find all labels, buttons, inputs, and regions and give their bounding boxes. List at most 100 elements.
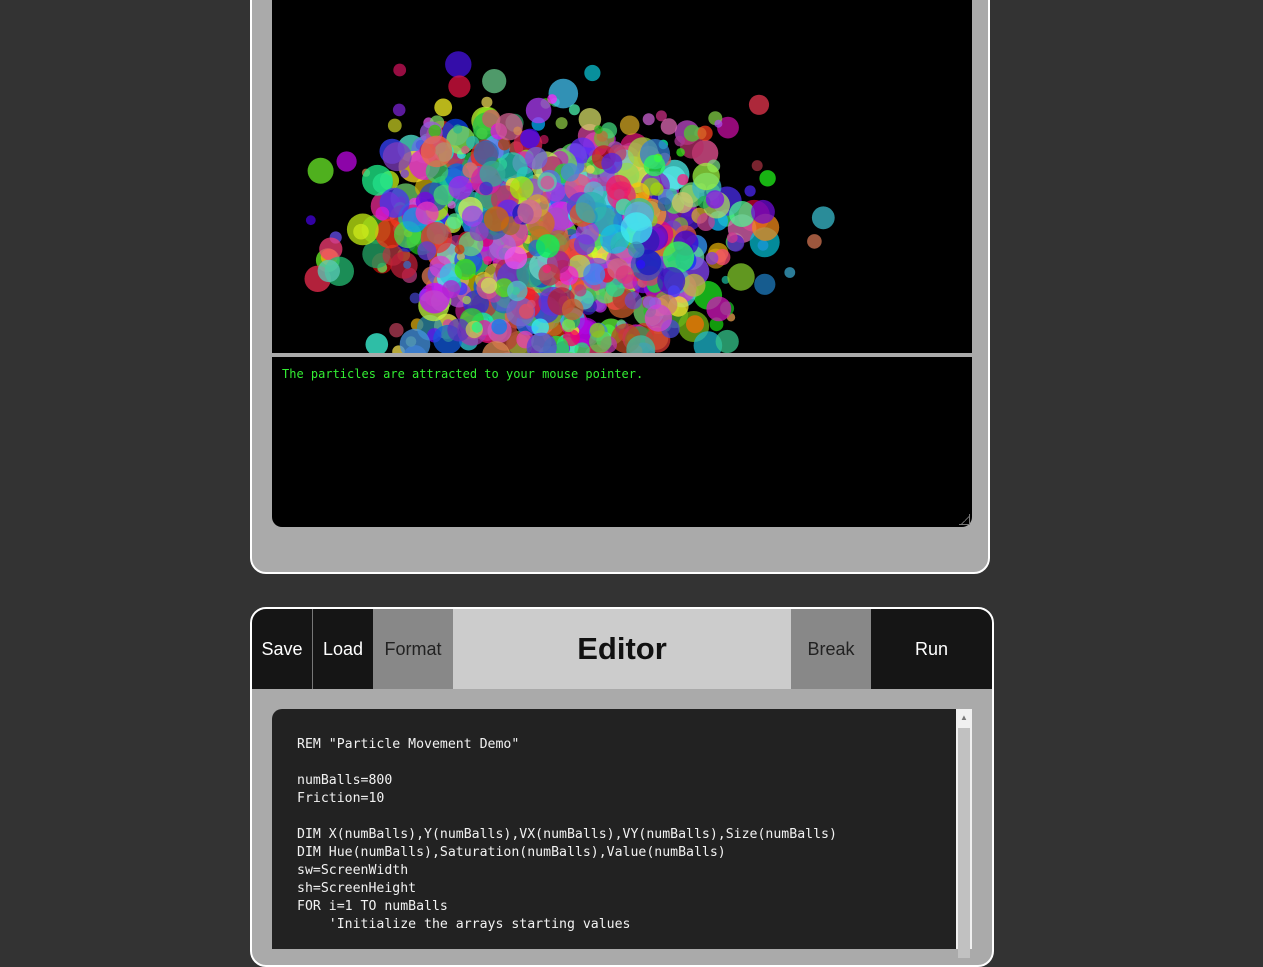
particle [308, 158, 334, 184]
particle [601, 153, 622, 174]
particle [337, 151, 357, 171]
particle [462, 296, 471, 305]
graphics-canvas[interactable] [272, 0, 972, 353]
particle [549, 79, 579, 109]
particle [562, 319, 575, 332]
scroll-up-arrow-icon[interactable]: ▲ [956, 709, 972, 726]
particle [481, 278, 497, 294]
particle [376, 207, 390, 221]
particle [574, 284, 586, 296]
code-editor[interactable]: REM "Particle Movement Demo" numBalls=80… [272, 709, 972, 949]
particle [643, 113, 655, 125]
particle [645, 304, 672, 331]
particle [727, 263, 754, 290]
particle [561, 163, 580, 182]
particle [513, 127, 522, 136]
particle [388, 119, 402, 133]
particle [536, 234, 560, 258]
particle [751, 200, 775, 224]
particle [625, 292, 642, 309]
particle [606, 175, 631, 200]
particle [520, 129, 540, 149]
particle [620, 116, 640, 136]
resize-handle-icon[interactable] [959, 514, 970, 525]
particle [527, 300, 536, 309]
particle [752, 160, 763, 171]
particle [621, 212, 653, 244]
particle [658, 197, 672, 211]
particle [706, 190, 724, 208]
particle [400, 169, 409, 178]
run-button[interactable]: Run [871, 609, 992, 689]
particle [616, 265, 634, 283]
particle [584, 65, 600, 81]
particle [517, 200, 542, 225]
load-button[interactable]: Load [313, 609, 373, 689]
particle [661, 118, 677, 134]
particle [759, 170, 775, 186]
particle [483, 256, 492, 265]
particle [507, 281, 528, 302]
particle [455, 259, 476, 280]
particle [583, 263, 605, 285]
particle [706, 297, 731, 322]
particle [403, 261, 411, 269]
particle [594, 125, 603, 134]
particle [476, 128, 487, 139]
particle [448, 176, 472, 200]
particle [590, 323, 605, 338]
particle [749, 95, 769, 115]
particle [706, 252, 719, 265]
scrollbar-thumb[interactable] [958, 728, 970, 958]
particle [745, 185, 756, 196]
particle [543, 265, 551, 273]
particle [416, 202, 439, 225]
particle [556, 117, 568, 129]
particle [306, 215, 316, 225]
particle [686, 315, 704, 333]
particle [484, 206, 509, 231]
particle [383, 142, 412, 171]
particle [644, 155, 666, 177]
particle [429, 125, 442, 138]
particle [318, 260, 340, 282]
particle [698, 126, 713, 141]
particle [628, 242, 644, 258]
particle [504, 247, 527, 270]
particle [576, 192, 607, 223]
break-button[interactable]: Break [791, 609, 871, 689]
console-text: The particles are attracted to your mous… [282, 367, 643, 381]
output-panel: The particles are attracted to your mous… [250, 0, 990, 574]
particle [472, 322, 483, 333]
editor-toolbar: Save Load Format Editor Break Run [252, 609, 992, 689]
particle [812, 206, 835, 229]
particle [674, 136, 685, 147]
particle [482, 69, 506, 93]
editor-title: Editor [453, 609, 791, 689]
particle-field [272, 0, 972, 353]
particle [683, 274, 706, 297]
particle [650, 182, 663, 195]
particle [442, 280, 460, 298]
particle [636, 260, 645, 269]
particle [525, 147, 548, 170]
particle [562, 299, 584, 321]
particle [716, 330, 739, 353]
particle [526, 98, 552, 124]
particle [676, 148, 685, 157]
particle [672, 192, 693, 213]
code-text[interactable]: REM "Particle Movement Demo" numBalls=80… [297, 736, 972, 934]
particle [462, 206, 483, 227]
particle [448, 75, 470, 97]
particle [366, 333, 389, 353]
save-button[interactable]: Save [252, 609, 313, 689]
particle [393, 104, 406, 117]
console-output[interactable]: The particles are attracted to your mous… [272, 357, 972, 527]
editor-scrollbar[interactable]: ▲ [956, 709, 972, 949]
format-button[interactable]: Format [373, 609, 453, 689]
particle [410, 293, 421, 304]
particle [727, 232, 738, 243]
particle [547, 94, 557, 104]
particle [421, 136, 453, 168]
particle [729, 201, 755, 227]
